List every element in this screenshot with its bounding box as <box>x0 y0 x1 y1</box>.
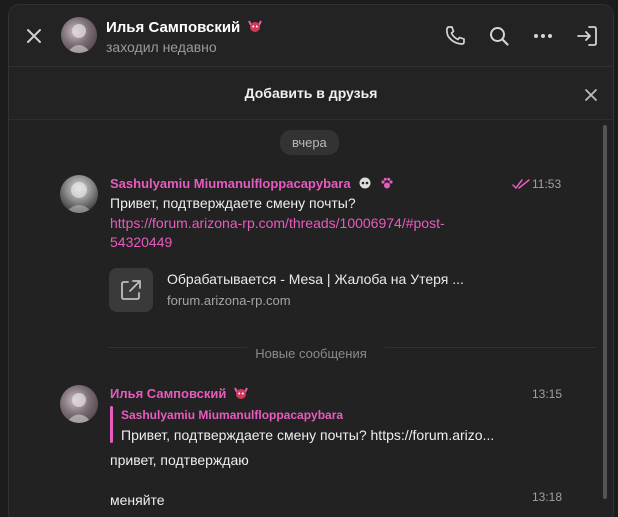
reply-quote-bar <box>110 406 113 443</box>
devil-emoji-icon <box>234 387 248 399</box>
exit-icon[interactable] <box>575 24 599 48</box>
paw-emoji-icon <box>381 177 393 189</box>
phone-icon[interactable] <box>443 24 467 48</box>
message-text: привет, подтверждаю <box>110 452 249 468</box>
contact-avatar[interactable] <box>61 17 97 53</box>
search-icon[interactable] <box>487 24 511 48</box>
message-text: Привет, подтверждаете смену почты? <box>110 195 356 211</box>
message-list: вчера Sashulyamiu Miumanulfloppacapybara <box>9 121 613 517</box>
message-time: 11:53 <box>532 177 562 191</box>
contact-status: заходил недавно <box>106 39 217 55</box>
date-separator: вчера <box>280 130 339 155</box>
link-preview-site: forum.arizona-rp.com <box>167 293 291 308</box>
message-sender[interactable]: Sashulyamiu Miumanulfloppacapybara <box>110 176 394 191</box>
sender-avatar[interactable] <box>60 385 98 423</box>
chat-header: Илья Самповский заходил недавно <box>9 5 613 67</box>
message-sender[interactable]: Илья Самповский <box>110 386 249 401</box>
more-icon[interactable] <box>531 24 555 48</box>
message-link-cont[interactable]: 54320449 <box>110 234 172 250</box>
reply-quote-text[interactable]: Привет, подтверждаете смену почты? https… <box>121 427 494 443</box>
message-time: 13:15 <box>532 387 563 401</box>
sender-avatar[interactable] <box>60 175 98 213</box>
message-link[interactable]: https://forum.arizona-rp.com/threads/100… <box>110 215 445 231</box>
message-time: 13:18 <box>532 490 563 504</box>
scrollbar[interactable] <box>603 125 607 499</box>
new-messages-divider: Новые сообщения <box>9 346 613 361</box>
reply-quote-sender[interactable]: Sashulyamiu Miumanulfloppacapybara <box>121 408 343 422</box>
contact-name-text: Илья Самповский <box>106 19 241 36</box>
chat-window: Илья Самповский заходил недавно Добавить… <box>8 4 614 517</box>
devil-emoji-icon <box>248 20 263 32</box>
add-friend-button[interactable]: Добавить в друзья <box>9 85 613 101</box>
external-link-icon <box>121 280 141 300</box>
close-banner-icon[interactable] <box>583 87 599 103</box>
sender-name: Илья Самповский <box>110 386 227 401</box>
link-preview-title[interactable]: Обрабатывается - Mesa | Жалоба на Утеря … <box>167 271 464 287</box>
add-friend-banner: Добавить в друзья <box>9 68 613 120</box>
skull-emoji-icon <box>359 177 371 189</box>
message-text: меняйте <box>110 492 165 508</box>
read-checkmarks-icon <box>512 179 530 189</box>
new-messages-label: Новые сообщения <box>249 346 373 361</box>
sender-name: Sashulyamiu Miumanulfloppacapybara <box>110 176 351 191</box>
link-preview-thumbnail[interactable] <box>109 268 153 312</box>
contact-name[interactable]: Илья Самповский <box>106 19 263 36</box>
close-icon[interactable] <box>23 25 45 47</box>
